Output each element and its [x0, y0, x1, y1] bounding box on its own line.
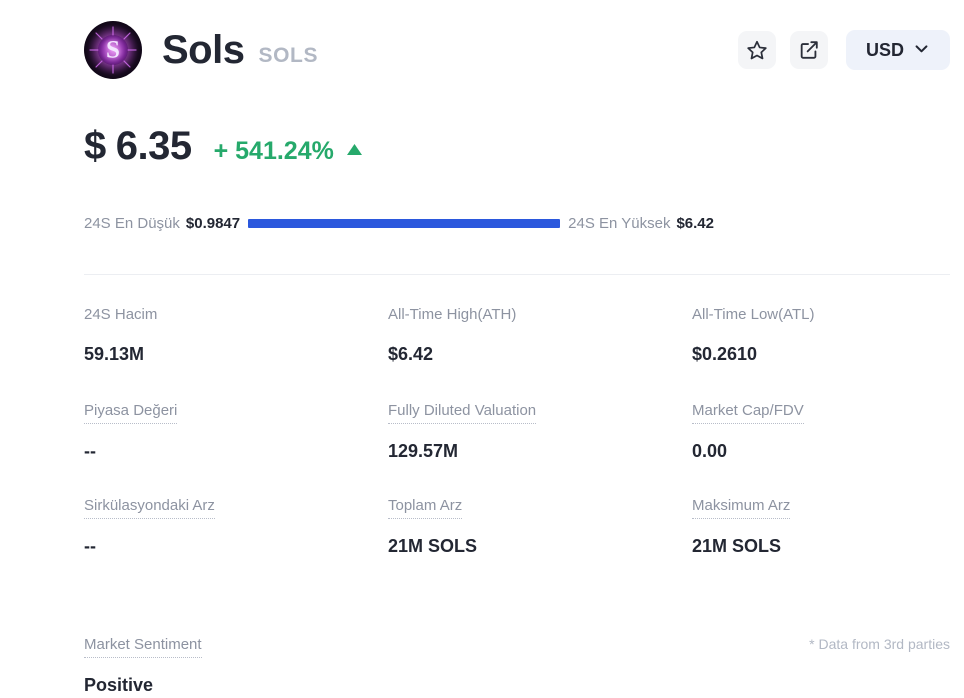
data-source-note: * Data from 3rd parties	[809, 636, 950, 652]
favorite-button[interactable]	[738, 31, 776, 69]
coin-detail-page: S Sols SOLS USD $ 6.35 + 541.24% 24S En …	[0, 0, 964, 698]
price-up-arrow-icon	[346, 143, 363, 161]
stat-label[interactable]: Maksimum Arz	[692, 497, 791, 520]
stat-value: 59.13M	[84, 344, 145, 364]
footer-top-row: Market Sentiment * Data from 3rd parties	[84, 636, 950, 658]
stats-row-3: Sirkülasyondaki Arz -- Toplam Arz 21M SO…	[84, 497, 950, 558]
price-section: $6.35 + 541.24%	[84, 126, 363, 166]
stats-row-2: Piyasa Değeri -- Fully Diluted Valuation…	[84, 402, 950, 463]
stats-row-1: 24S Hacim 59.13M All-Time High(ATH) $6.4…	[84, 306, 950, 366]
footer-section: Market Sentiment * Data from 3rd parties…	[84, 636, 950, 697]
stat-label: 24S Hacim	[84, 306, 158, 323]
stat-all-time-low: All-Time Low(ATL) $0.2610	[692, 306, 950, 366]
stat-total-supply: Toplam Arz 21M SOLS	[388, 497, 692, 558]
stat-value: --	[84, 536, 96, 557]
range-low-label: 24S En Düşük	[84, 214, 180, 232]
external-link-icon	[798, 39, 820, 61]
stat-max-supply: Maksimum Arz 21M SOLS	[692, 497, 950, 558]
stat-label[interactable]: Market Cap/FDV	[692, 402, 804, 424]
logo-symbol: S	[106, 36, 120, 64]
stat-label[interactable]: Toplam Arz	[388, 497, 463, 520]
section-divider	[84, 274, 950, 275]
market-sentiment-value: Positive	[84, 675, 154, 695]
market-sentiment-label[interactable]: Market Sentiment	[84, 636, 202, 658]
share-button[interactable]	[790, 31, 828, 69]
stat-value: 21M SOLS	[692, 536, 782, 557]
chevron-down-icon	[913, 40, 930, 60]
range-high-value: $6.42	[676, 214, 714, 232]
range-low-value: $0.9847	[185, 214, 241, 232]
stat-all-time-high: All-Time High(ATH) $6.42	[388, 306, 692, 366]
coin-ticker: SOLS	[258, 43, 319, 67]
coin-logo-icon: S	[84, 21, 142, 79]
range-track	[248, 218, 561, 228]
stat-value: --	[84, 440, 96, 461]
stat-circulating-supply: Sirkülasyondaki Arz --	[84, 497, 388, 558]
price-value: 6.35	[115, 124, 192, 168]
currency-label: USD	[865, 40, 904, 60]
stat-value: $0.2610	[692, 344, 758, 364]
stat-label[interactable]: Fully Diluted Valuation	[388, 402, 537, 424]
star-icon	[746, 39, 768, 61]
stat-label[interactable]: Sirkülasyondaki Arz	[84, 497, 215, 520]
stat-label: All-Time Low(ATL)	[692, 306, 815, 323]
range-fill	[248, 218, 561, 228]
stat-market-cap: Piyasa Değeri --	[84, 402, 388, 463]
price-range-bar: 24S En Düşük $0.9847 24S En Yüksek $6.42	[84, 212, 714, 234]
currency-sign: $	[84, 124, 106, 168]
coin-header: S Sols SOLS USD	[84, 21, 950, 79]
coin-name: Sols	[162, 28, 245, 72]
stat-value: $6.42	[388, 344, 434, 364]
stat-value: 129.57M	[388, 440, 459, 461]
stat-label: All-Time High(ATH)	[388, 306, 517, 323]
price-change: + 541.24%	[213, 137, 334, 165]
stat-value: 0.00	[692, 440, 728, 461]
stat-fully-diluted-valuation: Fully Diluted Valuation 129.57M	[388, 402, 692, 463]
stat-24h-volume: 24S Hacim 59.13M	[84, 306, 388, 366]
stat-market-cap-fdv: Market Cap/FDV 0.00	[692, 402, 950, 463]
stat-value: 21M SOLS	[388, 536, 478, 557]
stats-grid: 24S Hacim 59.13M All-Time High(ATH) $6.4…	[84, 306, 950, 558]
range-high-label: 24S En Yüksek	[568, 214, 671, 232]
stat-label[interactable]: Piyasa Değeri	[84, 402, 178, 424]
current-price: $6.35	[84, 126, 192, 166]
currency-selector[interactable]: USD	[846, 30, 950, 70]
triangle-up-shape	[346, 144, 362, 155]
